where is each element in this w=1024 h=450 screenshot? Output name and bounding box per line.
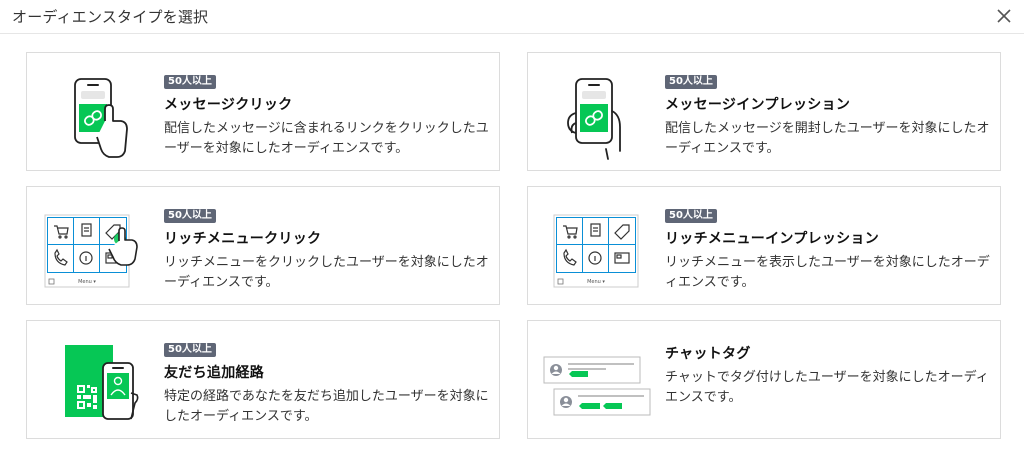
qr-add-friend-icon xyxy=(35,327,159,433)
min-audience-badge: 50人以上 xyxy=(665,75,717,89)
phone-hold-icon xyxy=(536,59,660,165)
min-audience-badge: 50人以上 xyxy=(665,209,717,223)
card-title: メッセージインプレッション xyxy=(665,97,851,113)
dialog-title: オーディエンスタイプを選択 xyxy=(12,8,209,26)
min-audience-badge: 50人以上 xyxy=(164,209,216,223)
card-friend-add-route[interactable]: 50人以上 友だち追加経路 特定の経路であなたを友だち追加したユーザーを対象にし… xyxy=(26,320,500,439)
rich-menu-tap-icon: Menu ▾ xyxy=(35,193,159,299)
card-message-impression[interactable]: 50人以上 メッセージインプレッション 配信したメッセージを開封したユーザーを対… xyxy=(527,52,1001,171)
card-rich-menu-click[interactable]: Menu ▾ 50人以上 リッチメニュークリック リッチメニューをクリックしたユ… xyxy=(26,186,500,305)
phone-tap-icon xyxy=(35,59,159,165)
close-button[interactable] xyxy=(994,6,1014,26)
card-description: リッチメニューを表示したユーザーを対象にしたオーディエンスです。 xyxy=(665,255,990,290)
card-description: チャットでタグ付けしたユーザーを対象にしたオーディエンスです。 xyxy=(665,370,989,405)
close-icon[interactable] xyxy=(994,6,1014,26)
card-rich-menu-impression[interactable]: Menu ▾ 50人以上 リッチメニューインプレッション リッチメニューを表示し… xyxy=(527,186,1001,305)
rich-menu-label: Menu ▾ xyxy=(587,279,605,285)
card-title: メッセージクリック xyxy=(164,97,293,113)
card-title: チャットタグ xyxy=(665,346,751,362)
card-title: リッチメニューインプレッション xyxy=(665,231,880,247)
min-audience-badge: 50人以上 xyxy=(164,343,216,357)
card-chat-tag[interactable]: チャットタグ チャットでタグ付けしたユーザーを対象にしたオーディエンスです。 xyxy=(527,320,1001,439)
card-description: 配信したメッセージに含まれるリンクをクリックしたユーザーを対象にしたオーディエン… xyxy=(164,121,489,156)
rich-menu-icon: Menu ▾ xyxy=(536,193,660,299)
min-audience-badge: 50人以上 xyxy=(164,75,216,89)
rich-menu-label: Menu ▾ xyxy=(78,279,96,285)
card-title: 友だち追加経路 xyxy=(164,365,265,381)
card-description: 配信したメッセージを開封したユーザーを対象にしたオーディエンスです。 xyxy=(665,121,990,156)
card-description: リッチメニューをクリックしたユーザーを対象にしたオーディエンスです。 xyxy=(164,255,489,290)
dialog-header: オーディエンスタイプを選択 xyxy=(0,0,1024,34)
card-title: リッチメニュークリック xyxy=(164,231,322,247)
chat-tag-icon xyxy=(536,327,660,433)
card-description: 特定の経路であなたを友だち追加したユーザーを対象にしたオーディエンスです。 xyxy=(164,389,489,424)
card-message-click[interactable]: 50人以上 メッセージクリック 配信したメッセージに含まれるリンクをクリックした… xyxy=(26,52,500,171)
